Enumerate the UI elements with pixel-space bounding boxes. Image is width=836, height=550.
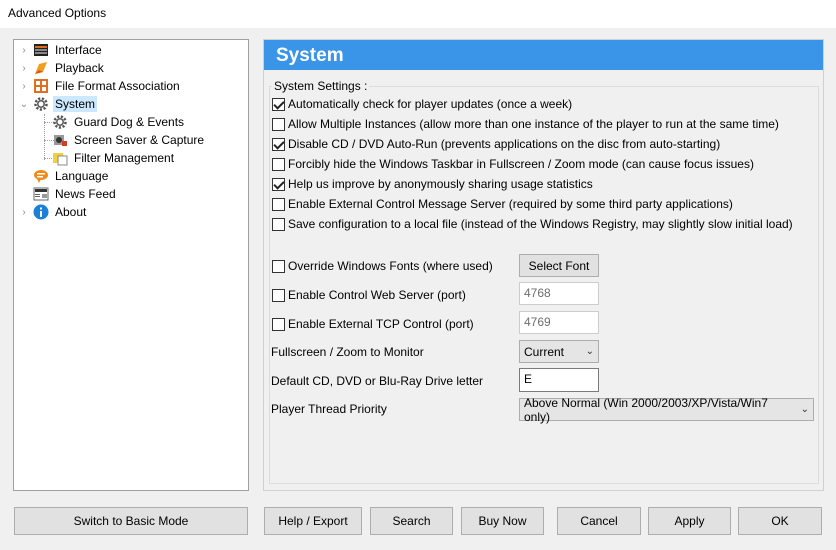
ok-button[interactable]: OK — [738, 507, 822, 535]
web-server-checkbox[interactable]: Enable Control Web Server (port) — [272, 288, 466, 302]
gear-icon — [52, 114, 68, 130]
checkbox-label: Enable External TCP Control (port) — [288, 317, 474, 331]
options-tree[interactable]: › Interface › Playback › File Format Ass… — [13, 39, 249, 491]
info-icon — [33, 204, 49, 220]
tree-item-about[interactable]: › About — [18, 203, 88, 221]
checkbox-box[interactable] — [272, 259, 285, 273]
tree-item-language[interactable]: Language — [18, 167, 110, 185]
save-config-local-checkbox[interactable]: Save configuration to a local file (inst… — [272, 217, 793, 231]
tree-item-news-feed[interactable]: News Feed — [18, 185, 118, 203]
checkbox-box[interactable] — [272, 217, 285, 231]
cancel-button[interactable]: Cancel — [557, 507, 641, 535]
drive-letter-label: Default CD, DVD or Blu-Ray Drive letter — [271, 374, 484, 388]
tree-item-screen-saver[interactable]: Screen Saver & Capture — [52, 131, 206, 149]
checkbox-label: Help us improve by anonymously sharing u… — [288, 177, 593, 191]
tree-item-label: Screen Saver & Capture — [74, 133, 205, 147]
checkbox-label: Save configuration to a local file (inst… — [288, 217, 793, 231]
playback-icon — [33, 60, 49, 76]
group-label: System Settings : — [272, 79, 370, 93]
chevron-down-icon: ⌄ — [585, 346, 594, 357]
checkbox-box[interactable] — [272, 157, 285, 171]
select-value: Current — [524, 344, 565, 359]
select-font-button[interactable]: Select Font — [519, 254, 599, 277]
checkbox-label: Automatically check for player updates (… — [288, 97, 573, 111]
filter-icon — [52, 150, 68, 166]
help-export-button[interactable]: Help / Export — [264, 507, 362, 535]
fullscreen-monitor-label: Fullscreen / Zoom to Monitor — [271, 345, 424, 359]
checkbox-box[interactable] — [272, 288, 285, 302]
fullscreen-monitor-select[interactable]: Current ⌄ — [519, 340, 599, 363]
tree-item-interface[interactable]: › Interface — [18, 41, 104, 59]
checkbox-box[interactable] — [272, 317, 285, 331]
tree-item-label: About — [55, 205, 87, 219]
tree-item-label: Filter Management — [74, 151, 175, 165]
drive-letter-input[interactable]: E — [519, 368, 599, 392]
tree-item-label: System — [53, 96, 98, 112]
checkbox-label: Disable CD / DVD Auto-Run (prevents appl… — [288, 137, 721, 151]
tree-item-filter-management[interactable]: Filter Management — [52, 149, 176, 167]
tree-item-label: Language — [55, 169, 109, 183]
checkbox-label: Forcibly hide the Windows Taskbar in Ful… — [288, 157, 754, 171]
checkbox-label: Allow Multiple Instances (allow more tha… — [288, 117, 779, 131]
news-icon — [33, 186, 49, 202]
tcp-control-checkbox[interactable]: Enable External TCP Control (port) — [272, 317, 474, 331]
expand-arrow-icon[interactable]: › — [18, 59, 30, 77]
title-bar: Advanced Options — [0, 0, 836, 28]
checkbox-box[interactable] — [272, 97, 285, 111]
checkbox-label: Enable External Control Message Server (… — [288, 197, 733, 211]
auto-update-checkbox[interactable]: Automatically check for player updates (… — [272, 97, 572, 111]
thread-priority-select[interactable]: Above Normal (Win 2000/2003/XP/Vista/Win… — [519, 395, 814, 424]
tree-item-label: News Feed — [55, 187, 116, 201]
checkbox-label: Enable Control Web Server (port) — [288, 288, 466, 302]
tree-item-label: Playback — [55, 61, 104, 75]
checkbox-box[interactable] — [272, 137, 285, 151]
thread-priority-label: Player Thread Priority — [271, 402, 387, 416]
multiple-instances-checkbox[interactable]: Allow Multiple Instances (allow more tha… — [272, 117, 779, 131]
usage-statistics-checkbox[interactable]: Help us improve by anonymously sharing u… — [272, 177, 593, 191]
web-server-port-input[interactable]: 4768 — [519, 282, 599, 305]
window-title: Advanced Options — [8, 6, 107, 20]
buy-now-button[interactable]: Buy Now — [461, 507, 544, 535]
apply-button[interactable]: Apply — [648, 507, 731, 535]
external-control-checkbox[interactable]: Enable External Control Message Server (… — [272, 197, 733, 211]
file-format-icon — [33, 78, 49, 94]
tree-item-label: Guard Dog & Events — [74, 115, 185, 129]
tree-item-label: File Format Association — [55, 79, 180, 93]
tree-item-file-format[interactable]: › File Format Association — [18, 77, 182, 95]
disable-autorun-checkbox[interactable]: Disable CD / DVD Auto-Run (prevents appl… — [272, 137, 720, 151]
tree-item-playback[interactable]: › Playback — [18, 59, 106, 77]
select-value: Above Normal (Win 2000/2003/XP/Vista/Win… — [524, 395, 768, 424]
tree-item-label: Interface — [55, 43, 102, 57]
expand-arrow-icon[interactable]: › — [18, 41, 30, 59]
gear-icon — [33, 96, 49, 112]
settings-panel: System System Settings : Automatically c… — [263, 39, 824, 491]
checkbox-box[interactable] — [272, 177, 285, 191]
switch-basic-mode-button[interactable]: Switch to Basic Mode — [14, 507, 248, 535]
checkbox-box[interactable] — [272, 197, 285, 211]
chevron-down-icon: ⌄ — [800, 404, 809, 415]
hide-taskbar-checkbox[interactable]: Forcibly hide the Windows Taskbar in Ful… — [272, 157, 754, 171]
language-icon — [33, 168, 49, 184]
checkbox-box[interactable] — [272, 117, 285, 131]
screensaver-icon — [52, 132, 68, 148]
tcp-port-input[interactable]: 4769 — [519, 311, 599, 334]
collapse-arrow-icon[interactable]: ⌄ — [18, 95, 30, 113]
expand-arrow-icon[interactable]: › — [18, 77, 30, 95]
panel-header: System — [264, 40, 823, 70]
checkbox-label: Override Windows Fonts (where used) — [288, 259, 493, 273]
search-button[interactable]: Search — [370, 507, 453, 535]
interface-icon — [33, 42, 49, 58]
tree-item-guard-dog[interactable]: Guard Dog & Events — [52, 113, 186, 131]
expand-arrow-icon[interactable]: › — [18, 203, 30, 221]
override-fonts-checkbox[interactable]: Override Windows Fonts (where used) — [272, 259, 493, 273]
tree-connector — [44, 114, 45, 160]
tree-item-system[interactable]: ⌄ System — [18, 95, 98, 113]
